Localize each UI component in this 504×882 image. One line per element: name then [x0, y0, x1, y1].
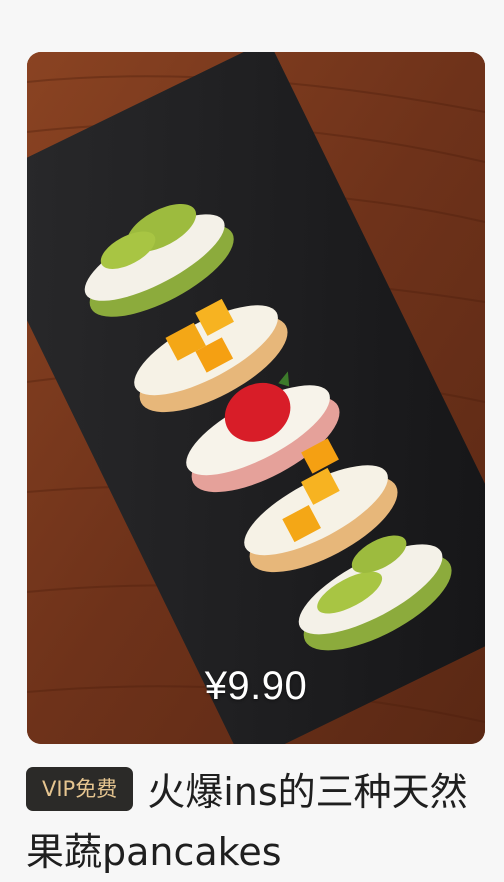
product-image-card[interactable]: ¥9.90 — [27, 52, 485, 744]
price-label: ¥9.90 — [204, 664, 308, 708]
product-title-block[interactable]: VIP免费 火爆ins的三种天然果蔬pancakes — [26, 762, 488, 882]
product-photo — [27, 52, 485, 744]
vip-free-badge: VIP免费 — [26, 766, 134, 811]
